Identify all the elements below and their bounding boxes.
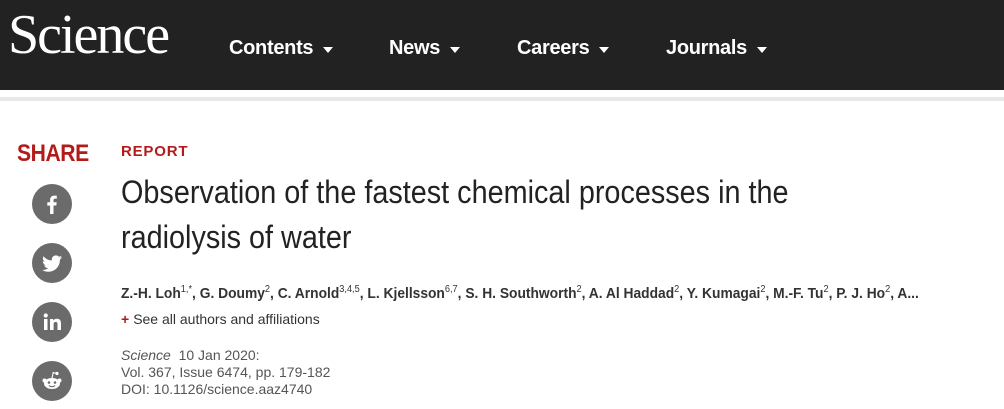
share-reddit-button[interactable] (32, 361, 72, 401)
author-name[interactable]: C. Arnold (278, 285, 340, 302)
author-affiliation: 2 (823, 284, 829, 295)
share-facebook-button[interactable] (32, 184, 72, 224)
facebook-icon (47, 195, 57, 214)
science-logo[interactable]: Science (8, 4, 170, 66)
author-affiliation: 2 (264, 284, 271, 295)
publication-date: 10 Jan 2020: (178, 347, 260, 363)
author-name[interactable]: P. J. Ho (836, 285, 885, 302)
share-label: SHARE (17, 140, 89, 167)
volume-info: Vol. 367, Issue 6474, pp. 179-182 (121, 364, 331, 380)
linkedin-icon (43, 313, 61, 330)
author-affiliation: 2 (576, 284, 582, 295)
nav-contents-label: Contents (229, 36, 314, 59)
chevron-down-icon (756, 46, 767, 53)
author-name[interactable]: A... (897, 285, 918, 302)
author-name[interactable]: Y. Kumagai (687, 285, 761, 302)
author-list: Z.-H. Loh1,*, G. Doumy2, C. Arnold3,4,5,… (121, 284, 919, 302)
author-affiliation: 2 (674, 284, 680, 295)
author-name[interactable]: G. Doumy (200, 285, 265, 302)
doi-info[interactable]: DOI: 10.1126/science.aaz4740 (121, 381, 330, 398)
nav-contents[interactable]: Contents (229, 34, 334, 62)
author-affiliation: 2 (885, 284, 891, 295)
nav-news-label: News (389, 36, 441, 59)
article-title-line-1: Observation of the fastest chemical proc… (121, 174, 789, 210)
journal-name: Science (121, 347, 171, 363)
nav-journals[interactable]: Journals (666, 34, 767, 62)
header-divider (0, 97, 1004, 101)
author-name[interactable]: M.-F. Tu (773, 285, 823, 302)
author-name[interactable]: S. H. Southworth (465, 285, 576, 302)
article-title: Observation of the fastest chemical proc… (121, 170, 904, 260)
author-affiliation: 6,7 (444, 284, 458, 295)
nav-careers[interactable]: Careers (517, 34, 610, 62)
share-twitter-button[interactable] (32, 243, 72, 283)
author-affiliation: 1,* (180, 284, 193, 295)
see-all-authors-link[interactable]: + See all authors and affiliations (121, 311, 320, 327)
nav-news[interactable]: News (389, 34, 461, 62)
twitter-icon (42, 255, 62, 272)
share-linkedin-button[interactable] (32, 302, 72, 342)
chevron-down-icon (450, 46, 461, 53)
citation-block: Science 10 Jan 2020: Vol. 367, Issue 647… (121, 347, 330, 398)
author-name[interactable]: Z.-H. Loh (121, 285, 181, 302)
chevron-down-icon (599, 46, 610, 53)
citation-journal-date: Science 10 Jan 2020: (121, 347, 330, 364)
author-name[interactable]: A. Al Haddad (589, 285, 674, 302)
see-all-authors-label: See all authors and affiliations (133, 311, 320, 327)
article-title-line-2: radiolysis of water (121, 219, 352, 255)
chevron-down-icon (323, 46, 334, 53)
top-navbar: Science Contents News Careers Journals (0, 0, 1004, 90)
reddit-icon (42, 371, 62, 389)
article-type-label: REPORT (121, 143, 189, 160)
plus-icon: + (121, 311, 130, 327)
author-affiliation: 2 (760, 284, 766, 295)
nav-careers-label: Careers (517, 36, 590, 59)
author-affiliation: 3,4,5 (339, 284, 360, 295)
author-name[interactable]: L. Kjellsson (367, 285, 444, 302)
nav-journals-label: Journals (666, 36, 747, 59)
